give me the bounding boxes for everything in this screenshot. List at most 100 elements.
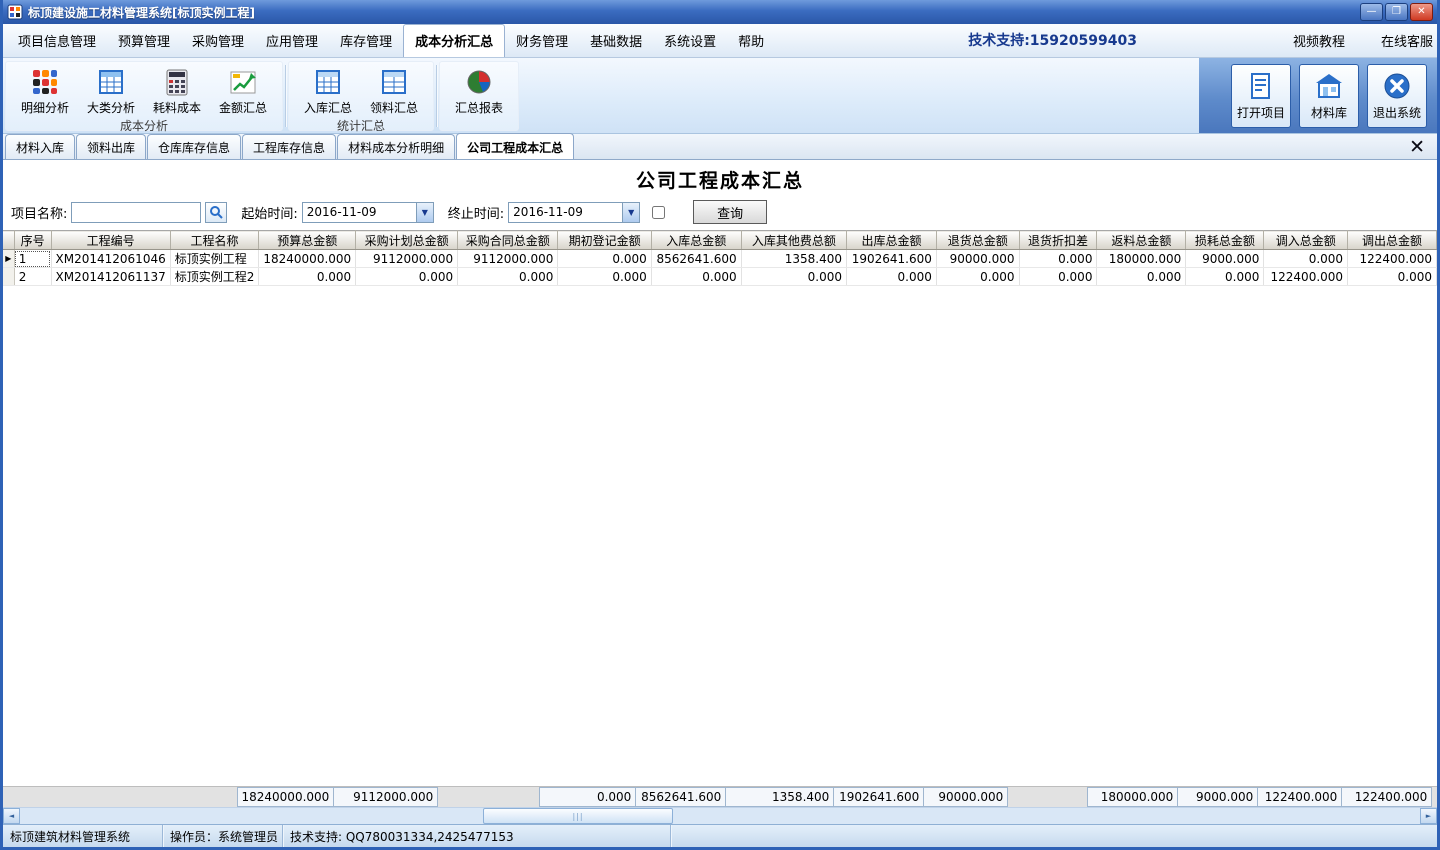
cell[interactable]: 122400.000 xyxy=(1348,250,1437,268)
column-header-3[interactable]: 预算总金额 xyxy=(259,231,356,250)
menu-item-purchase[interactable]: 采购管理 xyxy=(181,25,255,57)
table-row[interactable]: ▶1XM201412061046标顶实例工程18240000.000911200… xyxy=(3,250,1437,268)
chevron-down-icon[interactable]: ▼ xyxy=(416,203,433,222)
cell[interactable]: 90000.000 xyxy=(936,250,1019,268)
title-bar[interactable]: 标顶建设施工材料管理系统[标顶实例工程] — ❐ ✕ xyxy=(3,0,1437,24)
menu-item-budget[interactable]: 预算管理 xyxy=(107,25,181,57)
scroll-right-icon[interactable]: ► xyxy=(1420,808,1437,824)
cell[interactable]: 1358.400 xyxy=(741,250,846,268)
menu-item-project-info[interactable]: 项目信息管理 xyxy=(7,25,107,57)
amount-summary-button[interactable]: 金额汇总 xyxy=(210,63,276,116)
query-button[interactable]: 查询 xyxy=(693,200,767,224)
cell[interactable]: 0.000 xyxy=(936,268,1019,286)
menu-item-inventory[interactable]: 库存管理 xyxy=(329,25,403,57)
tab-material-outbound[interactable]: 领料出库 xyxy=(76,134,146,159)
summary-report-button[interactable]: 汇总报表 xyxy=(446,63,512,116)
column-header-1[interactable]: 工程编号 xyxy=(51,231,170,250)
table-row[interactable]: 2XM201412061137标顶实例工程20.0000.0000.0000.0… xyxy=(3,268,1437,286)
cell[interactable]: 0.000 xyxy=(1019,268,1097,286)
start-date-select[interactable]: 2016-11-09 ▼ xyxy=(302,202,434,223)
row-selector[interactable]: ▶ xyxy=(3,250,14,268)
cell[interactable]: 122400.000 xyxy=(1264,268,1348,286)
search-button[interactable] xyxy=(205,202,227,223)
horizontal-scrollbar[interactable]: ◄ ||| ► xyxy=(3,807,1437,824)
chevron-down-icon[interactable]: ▼ xyxy=(622,203,639,222)
category-analysis-button[interactable]: 大类分析 xyxy=(78,63,144,116)
cell[interactable]: 0.000 xyxy=(558,268,651,286)
menu-item-system-settings[interactable]: 系统设置 xyxy=(653,25,727,57)
cell[interactable]: 9000.000 xyxy=(1186,250,1264,268)
column-header-8[interactable]: 入库其他费总额 xyxy=(741,231,846,250)
column-header-0[interactable]: 序号 xyxy=(14,231,51,250)
tab-warehouse-stock-info[interactable]: 仓库库存信息 xyxy=(147,134,241,159)
menu-item-finance[interactable]: 财务管理 xyxy=(505,25,579,57)
cell[interactable]: 2 xyxy=(14,268,51,286)
cell[interactable]: 180000.000 xyxy=(1097,250,1186,268)
cell[interactable]: 8562641.600 xyxy=(651,250,741,268)
cell[interactable]: 0.000 xyxy=(1019,250,1097,268)
menu-right: 技术支持:15920599403 视频教程 在线客服 xyxy=(968,30,1433,57)
cell[interactable]: 9112000.000 xyxy=(458,250,558,268)
close-button[interactable]: ✕ xyxy=(1410,3,1433,21)
tab-material-inbound[interactable]: 材料入库 xyxy=(5,134,75,159)
column-header-5[interactable]: 采购合同总金额 xyxy=(458,231,558,250)
cell[interactable]: 0.000 xyxy=(847,268,937,286)
maximize-button[interactable]: ❐ xyxy=(1385,3,1408,21)
cell[interactable]: 9112000.000 xyxy=(356,250,458,268)
material-library-button[interactable]: 材料库 xyxy=(1299,64,1359,128)
column-header-10[interactable]: 退货总金额 xyxy=(936,231,1019,250)
open-project-button[interactable]: 打开项目 xyxy=(1231,64,1291,128)
cell[interactable]: 0.000 xyxy=(741,268,846,286)
cell[interactable]: 1902641.600 xyxy=(847,250,937,268)
cell[interactable]: XM201412061137 xyxy=(51,268,170,286)
column-header-7[interactable]: 入库总金额 xyxy=(651,231,741,250)
cell[interactable]: 0.000 xyxy=(1264,250,1348,268)
column-header-12[interactable]: 返料总金额 xyxy=(1097,231,1186,250)
cell[interactable]: 标顶实例工程 xyxy=(170,250,259,268)
column-header-6[interactable]: 期初登记金额 xyxy=(558,231,651,250)
menu-item-help[interactable]: 帮助 xyxy=(727,25,775,57)
inbound-summary-button[interactable]: 入库汇总 xyxy=(295,63,361,116)
cell[interactable]: XM201412061046 xyxy=(51,250,170,268)
menu-item-application[interactable]: 应用管理 xyxy=(255,25,329,57)
tab-project-stock-info[interactable]: 工程库存信息 xyxy=(242,134,336,159)
column-header-4[interactable]: 采购计划总金额 xyxy=(356,231,458,250)
cell[interactable]: 18240000.000 xyxy=(259,250,356,268)
column-header-15[interactable]: 调出总金额 xyxy=(1348,231,1437,250)
cell[interactable]: 0.000 xyxy=(458,268,558,286)
online-service-link[interactable]: 在线客服 xyxy=(1381,31,1433,50)
column-header-13[interactable]: 损耗总金额 xyxy=(1186,231,1264,250)
column-header-11[interactable]: 退货折扣差 xyxy=(1019,231,1097,250)
end-date-select[interactable]: 2016-11-09 ▼ xyxy=(508,202,640,223)
cell[interactable]: 0.000 xyxy=(356,268,458,286)
cell[interactable]: 0.000 xyxy=(1186,268,1264,286)
picking-summary-button[interactable]: 领料汇总 xyxy=(361,63,427,116)
cell[interactable]: 标顶实例工程2 xyxy=(170,268,259,286)
scroll-thumb[interactable]: ||| xyxy=(483,808,673,824)
cell[interactable]: 1 xyxy=(14,250,51,268)
exit-system-button[interactable]: 退出系统 xyxy=(1367,64,1427,128)
row-selector[interactable] xyxy=(3,268,14,286)
material-cost-button[interactable]: 耗料成本 xyxy=(144,63,210,116)
cell[interactable]: 0.000 xyxy=(651,268,741,286)
cell[interactable]: 0.000 xyxy=(1348,268,1437,286)
tab-material-cost-detail[interactable]: 材料成本分析明细 xyxy=(337,134,455,159)
project-name-input[interactable] xyxy=(71,202,201,223)
close-page-icon[interactable]: ✕ xyxy=(1409,138,1425,157)
cost-summary-table: 序号工程编号工程名称预算总金额采购计划总金额采购合同总金额期初登记金额入库总金额… xyxy=(3,230,1437,286)
tab-company-cost-summary[interactable]: 公司工程成本汇总 xyxy=(456,133,574,159)
menu-item-cost-analysis-summary[interactable]: 成本分析汇总 xyxy=(403,24,505,57)
total-cell-7: 8562641.600 xyxy=(636,788,726,807)
filter-checkbox[interactable] xyxy=(652,206,665,219)
video-tutorial-link[interactable]: 视频教程 xyxy=(1293,31,1345,50)
cell[interactable]: 0.000 xyxy=(558,250,651,268)
minimize-button[interactable]: — xyxy=(1360,3,1383,21)
column-header-14[interactable]: 调入总金额 xyxy=(1264,231,1348,250)
column-header-9[interactable]: 出库总金额 xyxy=(847,231,937,250)
scroll-left-icon[interactable]: ◄ xyxy=(3,808,20,824)
column-header-2[interactable]: 工程名称 xyxy=(170,231,259,250)
cell[interactable]: 0.000 xyxy=(1097,268,1186,286)
menu-item-base-data[interactable]: 基础数据 xyxy=(579,25,653,57)
cell[interactable]: 0.000 xyxy=(259,268,356,286)
detail-analysis-button[interactable]: 明细分析 xyxy=(12,63,78,116)
